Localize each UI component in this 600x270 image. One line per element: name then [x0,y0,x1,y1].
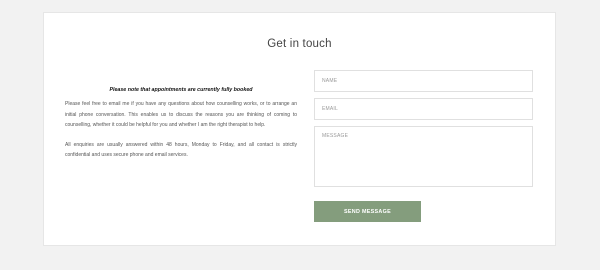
send-message-button[interactable]: SEND MESSAGE [314,201,421,222]
contact-card: Get in touch Please note that appointmen… [43,12,556,246]
booking-notice: Please note that appointments are curren… [109,87,253,93]
page-title: Get in touch [267,38,332,50]
email-field[interactable] [314,98,533,120]
name-field[interactable] [314,70,533,92]
contact-info: Please note that appointments are curren… [65,87,297,161]
enquiries-paragraph: All enquiries are usually answered withi… [65,141,297,159]
message-field[interactable] [314,126,533,187]
intro-paragraph: Please feel free to email me if you have… [65,101,297,129]
